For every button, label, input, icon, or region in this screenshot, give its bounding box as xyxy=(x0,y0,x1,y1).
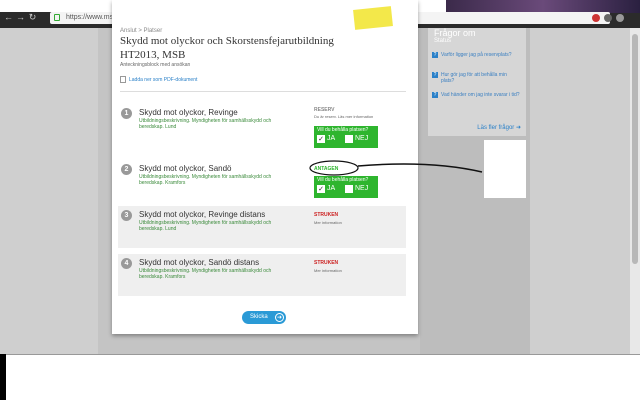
divider xyxy=(0,354,640,355)
annotation-circle xyxy=(309,160,359,176)
scrollbar-thumb[interactable] xyxy=(632,34,638,264)
scrollbar[interactable] xyxy=(630,28,640,354)
annotation-line xyxy=(357,163,483,173)
annotation-overlay xyxy=(309,160,483,176)
footer-area xyxy=(0,354,640,400)
left-edge xyxy=(0,354,6,400)
